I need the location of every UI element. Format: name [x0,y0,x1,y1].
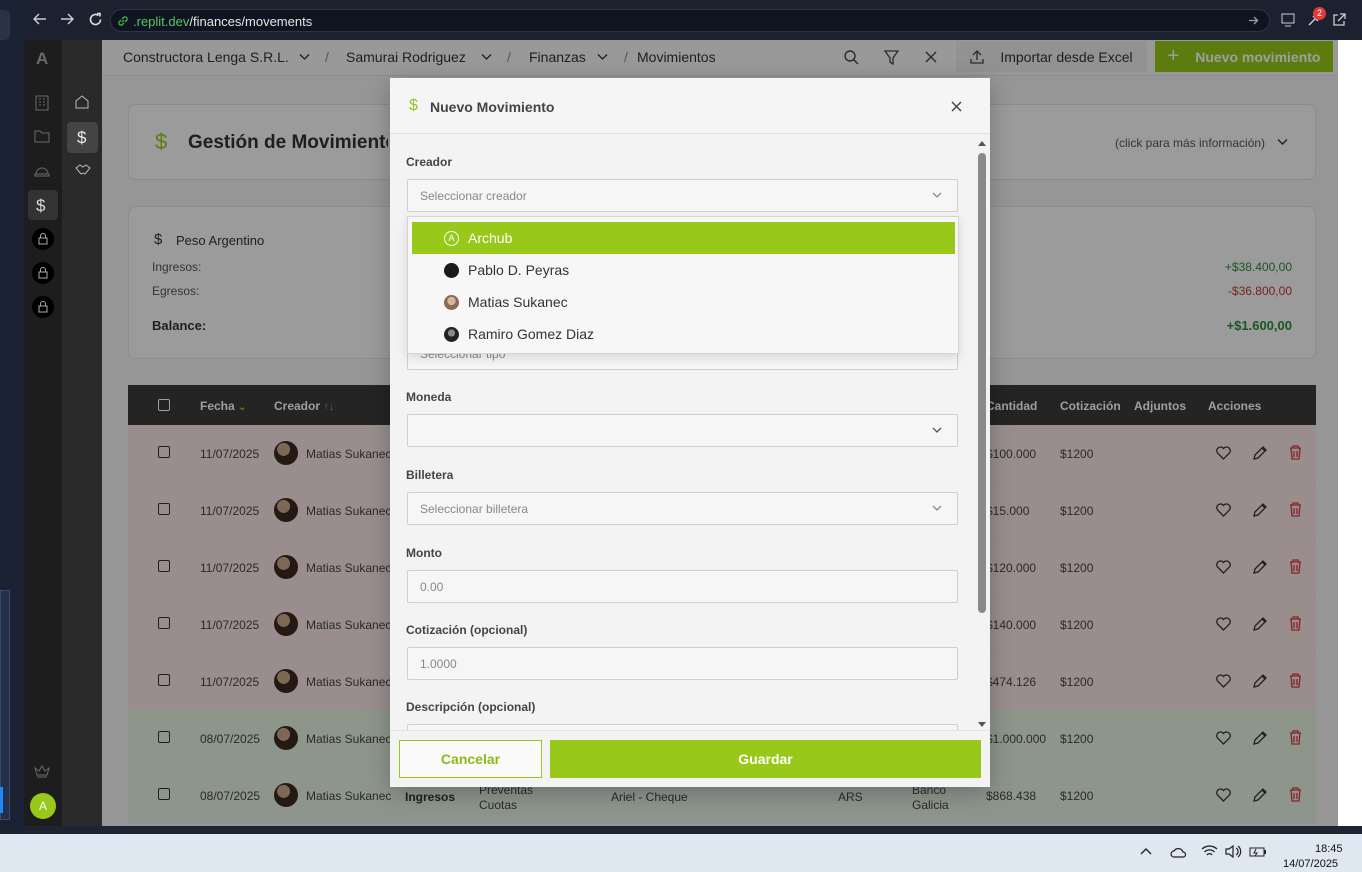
back-icon[interactable] [33,12,47,26]
chevron-down-icon [932,505,942,511]
open-external-icon[interactable] [1332,13,1346,27]
descripcion-label: Descripción (opcional) [406,700,536,714]
monto-label: Monto [406,546,442,560]
window-edge [0,10,10,40]
forward-icon[interactable] [60,12,74,26]
window-edge [0,590,10,820]
crown-icon[interactable] [34,764,50,778]
go-arrow-icon[interactable] [1248,15,1259,26]
moneda-select[interactable] [407,414,958,447]
monto-input[interactable]: 0.00 [407,570,958,603]
billetera-select[interactable]: Seleccionar billetera [407,492,958,525]
chevron-down-icon [932,427,942,433]
dropdown-option-ramiro[interactable]: Ramiro Gomez Diaz [412,318,955,350]
address-bar[interactable]: .replit.dev/finances/movements [110,9,1270,32]
extensions-icon[interactable]: 2 [1306,7,1326,28]
avatar [444,262,459,278]
modal-header: $ Nuevo Movimiento [390,78,990,134]
volume-icon[interactable] [1225,845,1242,858]
dollar-icon: $ [409,97,418,114]
cotizacion-placeholder: 1.0000 [420,657,457,671]
notification-badge: 2 [1313,7,1326,20]
modal-title: Nuevo Movimiento [430,99,555,115]
creador-label: Creador [406,155,453,169]
logo: A [36,49,49,68]
scroll-down-icon[interactable] [977,720,987,730]
helmet-icon[interactable] [34,163,50,177]
dollar-icon: $ [36,196,46,215]
folder-icon[interactable] [34,129,50,143]
battery-icon[interactable] [1249,846,1267,858]
lock-icon[interactable] [32,228,54,250]
avatar [444,326,459,342]
avatar [444,294,459,310]
os-left-strip [0,0,24,834]
dollar-icon: $ [77,128,87,147]
option-label: Archub [468,230,513,246]
url-path: /finances/movements [189,14,313,29]
archub-logo-icon: A [444,230,459,246]
option-label: Pablo D. Peyras [468,262,570,278]
close-icon[interactable] [951,101,962,112]
home-icon[interactable] [74,94,90,110]
option-label: Matias Sukanec [468,294,568,310]
lock-icon[interactable] [32,262,54,284]
url-domain: .replit.dev [133,14,190,29]
dropdown-option-matias[interactable]: Matias Sukanec [412,286,955,318]
monto-placeholder: 0.00 [420,580,444,594]
section-rail: $ [62,40,102,826]
building-icon[interactable] [35,95,49,111]
cotizacion-input[interactable]: 1.0000 [407,647,958,680]
handshake-icon[interactable] [74,162,91,179]
dropdown-option-archub[interactable]: A Archub [412,222,955,254]
creador-placeholder: Seleccionar creador [420,189,527,203]
scroll-up-icon[interactable] [977,138,987,148]
os-taskbar: 18:45 14/07/2025 [0,834,1362,872]
dropdown-option-pablo[interactable]: Pablo D. Peyras [412,254,955,286]
devices-icon[interactable] [1281,13,1296,27]
modal-scrollbar[interactable] [977,138,987,730]
cancel-button[interactable]: Cancelar [399,740,542,778]
cotizacion-label: Cotización (opcional) [406,623,528,637]
link-icon [117,15,129,27]
save-button[interactable]: Guardar [550,740,981,778]
chevron-down-icon [932,192,942,198]
billetera-placeholder: Seleccionar billetera [420,502,529,516]
option-label: Ramiro Gomez Diaz [468,326,595,342]
creador-select[interactable]: Seleccionar creador [407,179,958,212]
cloud-icon[interactable] [1170,846,1187,858]
scroll-thumb[interactable] [978,153,986,613]
clock-date[interactable]: 14/07/2025 [1283,858,1338,870]
wifi-icon[interactable] [1201,845,1218,858]
chevron-up-icon[interactable] [1140,847,1152,855]
window-edge [0,787,3,813]
clock-time[interactable]: 18:45 [1315,843,1343,855]
lock-icon[interactable] [32,296,54,318]
billetera-label: Billetera [406,468,454,482]
reload-icon[interactable] [88,12,103,27]
url-text: .replit.dev/finances/movements [133,14,312,29]
org-rail: A $ A [24,40,62,826]
moneda-label: Moneda [406,390,452,404]
user-avatar[interactable]: A [30,793,56,819]
